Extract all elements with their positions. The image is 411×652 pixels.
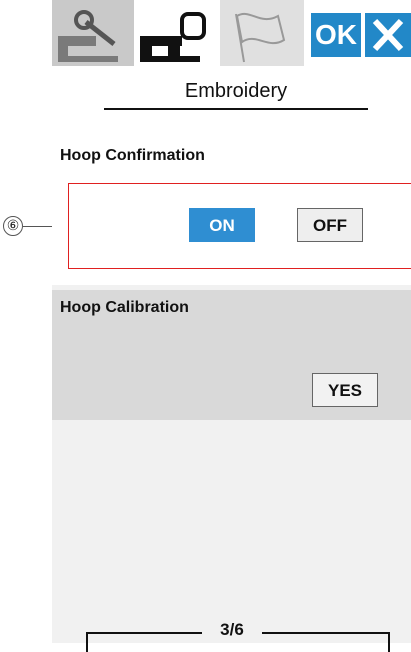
page-header: Embroidery: [52, 72, 411, 128]
callout-number: ⑥: [3, 216, 23, 236]
hoop-confirmation-label: Hoop Confirmation: [60, 147, 205, 164]
hoop-calibration-section: Hoop Calibration YES: [52, 290, 411, 420]
embroidery-machine-icon: [140, 12, 206, 62]
page-title: Embroidery: [184, 80, 288, 102]
page-indicator-area: 3/6: [52, 420, 411, 652]
close-icon: [372, 18, 404, 52]
top-toolbar: OK: [52, 0, 411, 72]
close-button[interactable]: [365, 13, 411, 57]
page-number: 3/6: [202, 620, 262, 640]
tab-general-settings[interactable]: [52, 0, 134, 66]
title-underline: [104, 108, 368, 110]
flag-icon: [235, 13, 286, 63]
tab-embroidery-settings[interactable]: [134, 0, 220, 66]
machine-wrench-icon: [58, 10, 118, 62]
hoop-calibration-label: Hoop Calibration: [60, 299, 189, 316]
hoop-calibration-yes-button[interactable]: YES: [312, 373, 378, 407]
highlight-box: [68, 183, 411, 269]
settings-panel: OK Embroidery Hoop Confirmation ON OFF H…: [52, 0, 411, 652]
tab-language[interactable]: [220, 0, 304, 66]
ok-button[interactable]: OK: [311, 13, 361, 57]
